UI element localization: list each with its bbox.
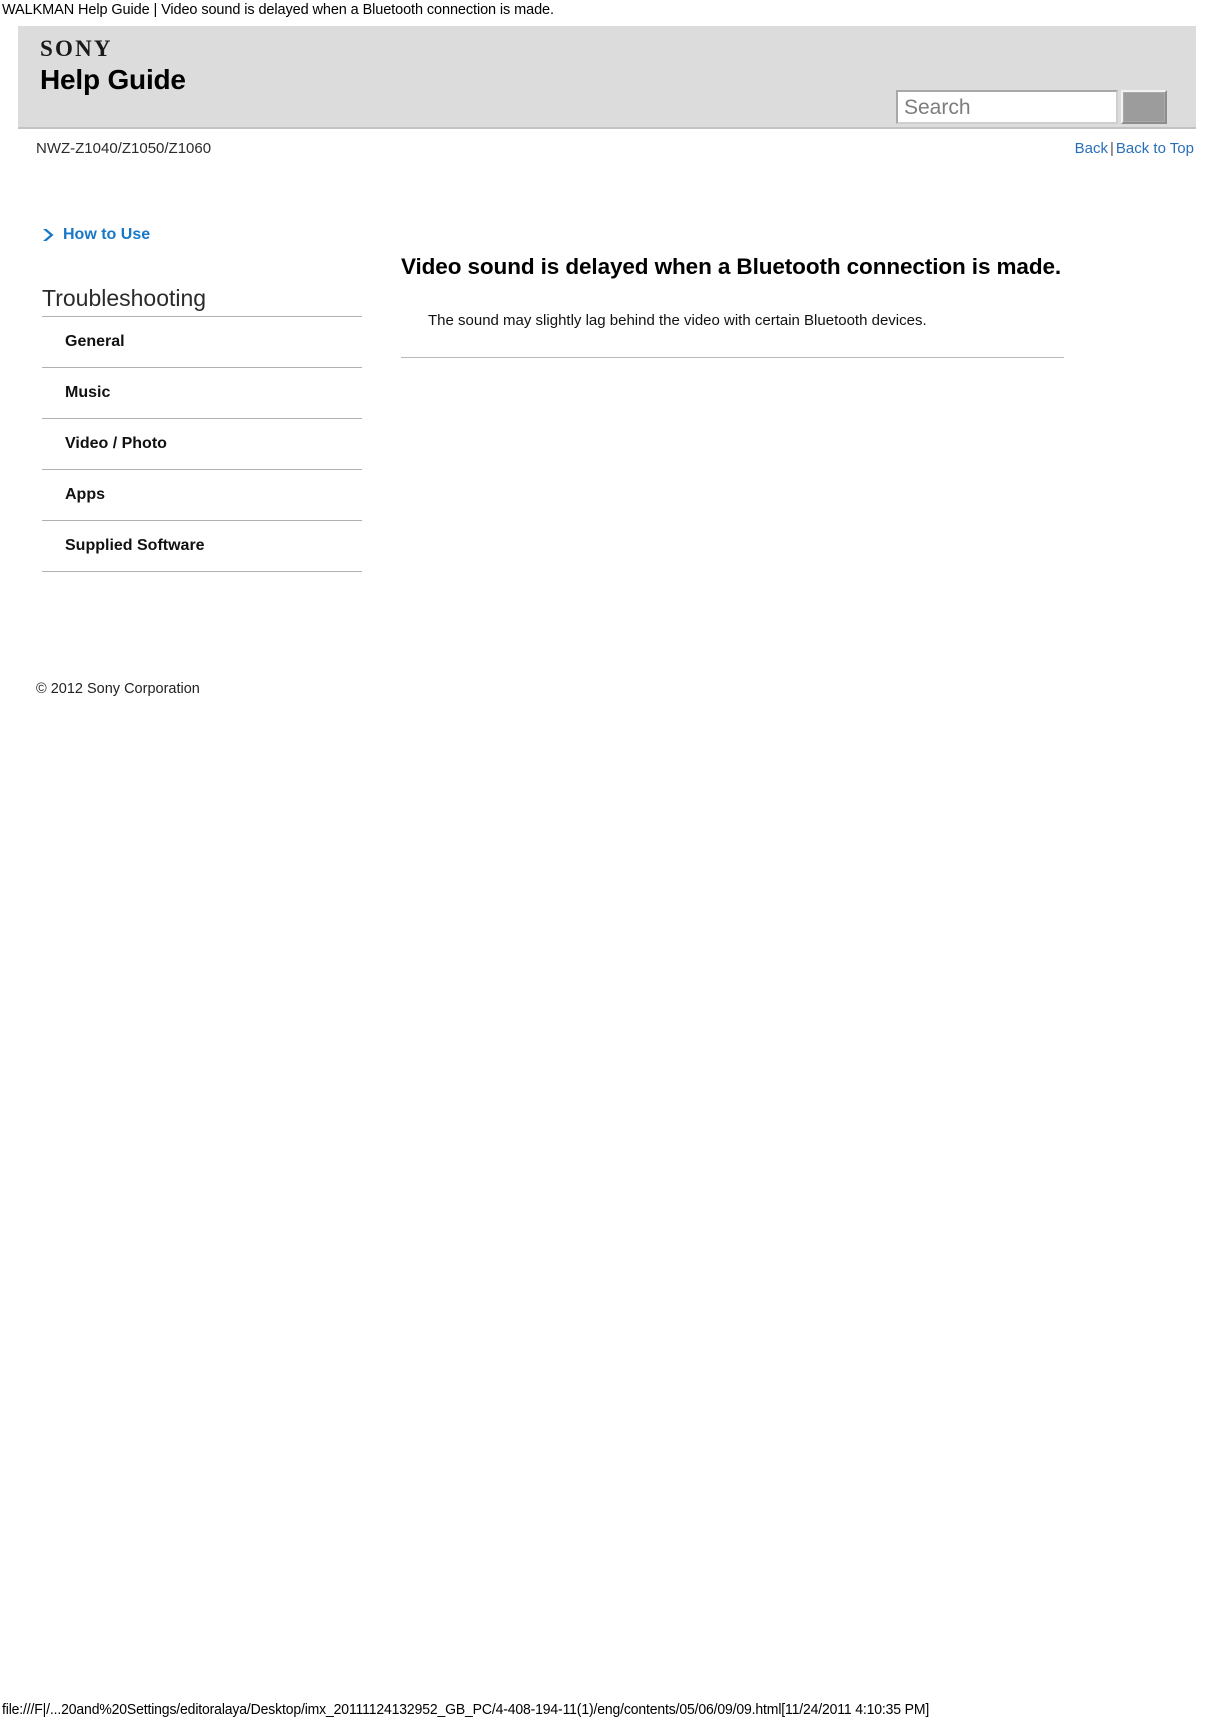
search-area bbox=[896, 90, 1167, 124]
sidebar-item-video-photo[interactable]: Video / Photo bbox=[42, 418, 362, 469]
article-heading: Video sound is delayed when a Bluetooth … bbox=[401, 254, 1062, 279]
search-submit-button[interactable] bbox=[1121, 90, 1167, 124]
header-nav-links: Back | Back to Top bbox=[1075, 138, 1194, 160]
search-input[interactable] bbox=[896, 90, 1118, 124]
browser-footer-url: file:///F|/...20and%20Settings/editorala… bbox=[2, 1702, 930, 1718]
sidebar-item-music[interactable]: Music bbox=[42, 367, 362, 418]
back-to-top-link[interactable]: Back to Top bbox=[1116, 140, 1194, 157]
sidebar-item-label: Supplied Software bbox=[65, 537, 205, 554]
article-body: The sound may slightly lag behind the vi… bbox=[428, 312, 927, 329]
back-link[interactable]: Back bbox=[1075, 140, 1108, 157]
model-row: NWZ-Z1040/Z1050/Z1060 Back | Back to Top bbox=[18, 138, 1196, 164]
sidebar-item-general[interactable]: General bbox=[42, 316, 362, 367]
sidebar-list-bottom-divider bbox=[42, 571, 362, 572]
brand-block: SONY Help Guide bbox=[40, 36, 186, 97]
nav-separator: | bbox=[1109, 140, 1114, 157]
sidebar-section-title: Troubleshooting bbox=[42, 285, 207, 311]
site-header: SONY Help Guide bbox=[18, 26, 1196, 129]
sidebar-item-label: Music bbox=[65, 384, 111, 401]
copyright-notice: © 2012 Sony Corporation bbox=[36, 681, 200, 697]
sony-logo: SONY bbox=[40, 36, 113, 61]
chevron-right-icon bbox=[42, 228, 56, 242]
sidebar-item-label: Video / Photo bbox=[65, 435, 167, 452]
model-number: NWZ-Z1040/Z1050/Z1060 bbox=[36, 140, 212, 157]
sidebar: How to Use Troubleshooting General Music… bbox=[42, 222, 362, 572]
sidebar-nav-list: General Music Video / Photo Apps Supplie… bbox=[42, 316, 362, 572]
page-title: Help Guide bbox=[40, 64, 186, 95]
sidebar-item-apps[interactable]: Apps bbox=[42, 469, 362, 520]
sidebar-item-supplied-software[interactable]: Supplied Software bbox=[42, 520, 362, 571]
sidebar-item-label: General bbox=[65, 333, 125, 350]
sidebar-item-label: Apps bbox=[65, 486, 105, 503]
browser-page-title: WALKMAN Help Guide | Video sound is dela… bbox=[2, 2, 554, 18]
sidebar-item-how-to-use-label: How to Use bbox=[63, 226, 151, 243]
main-content: Video sound is delayed when a Bluetooth … bbox=[401, 252, 1064, 366]
content-divider bbox=[401, 357, 1064, 358]
sidebar-item-how-to-use[interactable]: How to Use bbox=[42, 222, 362, 248]
